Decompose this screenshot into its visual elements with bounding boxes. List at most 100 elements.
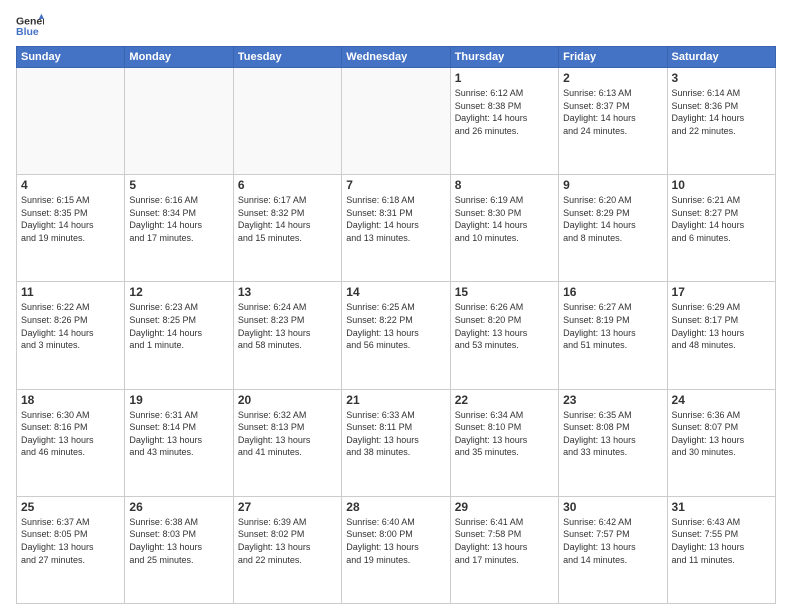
calendar-cell xyxy=(17,68,125,175)
calendar-cell: 13 Sunrise: 6:24 AM Sunset: 8:23 PM Dayli… xyxy=(233,282,341,389)
calendar-cell: 12 Sunrise: 6:23 AM Sunset: 8:25 PM Dayli… xyxy=(125,282,233,389)
calendar-cell: 6Sunrise: 6:17 AM Sunset: 8:32 PM Daylig… xyxy=(233,175,341,282)
day-number: 10 xyxy=(672,178,771,192)
calendar-cell: 30 Sunrise: 6:42 AM Sunset: 7:57 PM Dayli… xyxy=(559,496,667,603)
day-info: Sunrise: 6:38 AM Sunset: 8:03 PM Dayligh… xyxy=(129,516,228,566)
day-info: Sunrise: 6:15 AM Sunset: 8:35 PM Dayligh… xyxy=(21,194,120,244)
calendar-cell xyxy=(342,68,450,175)
page: General Blue SundayMondayTuesdayWednesda… xyxy=(0,0,792,612)
calendar-cell: 17 Sunrise: 6:29 AM Sunset: 8:17 PM Dayli… xyxy=(667,282,775,389)
calendar-cell: 31 Sunrise: 6:43 AM Sunset: 7:55 PM Dayli… xyxy=(667,496,775,603)
day-info: Sunrise: 6:31 AM Sunset: 8:14 PM Dayligh… xyxy=(129,409,228,459)
header: General Blue xyxy=(16,12,776,40)
day-info: Sunrise: 6:14 AM Sunset: 8:36 PM Dayligh… xyxy=(672,87,771,137)
day-number: 16 xyxy=(563,285,662,299)
day-number: 4 xyxy=(21,178,120,192)
day-info: Sunrise: 6:42 AM Sunset: 7:57 PM Dayligh… xyxy=(563,516,662,566)
day-number: 3 xyxy=(672,71,771,85)
weekday-header-thursday: Thursday xyxy=(450,47,558,68)
week-row-1: 1 Sunrise: 6:12 AM Sunset: 8:38 PM Daylig… xyxy=(17,68,776,175)
day-number: 29 xyxy=(455,500,554,514)
day-number: 22 xyxy=(455,393,554,407)
week-row-5: 25Sunrise: 6:37 AM Sunset: 8:05 PM Dayli… xyxy=(17,496,776,603)
day-number: 12 xyxy=(129,285,228,299)
day-number: 28 xyxy=(346,500,445,514)
calendar-cell: 8Sunrise: 6:19 AM Sunset: 8:30 PM Daylig… xyxy=(450,175,558,282)
day-info: Sunrise: 6:34 AM Sunset: 8:10 PM Dayligh… xyxy=(455,409,554,459)
day-info: Sunrise: 6:43 AM Sunset: 7:55 PM Dayligh… xyxy=(672,516,771,566)
day-number: 27 xyxy=(238,500,337,514)
calendar-cell: 5 Sunrise: 6:16 AM Sunset: 8:34 PM Daylig… xyxy=(125,175,233,282)
day-info: Sunrise: 6:30 AM Sunset: 8:16 PM Dayligh… xyxy=(21,409,120,459)
calendar-cell: 16 Sunrise: 6:27 AM Sunset: 8:19 PM Dayli… xyxy=(559,282,667,389)
day-info: Sunrise: 6:40 AM Sunset: 8:00 PM Dayligh… xyxy=(346,516,445,566)
day-info: Sunrise: 6:18 AM Sunset: 8:31 PM Dayligh… xyxy=(346,194,445,244)
day-number: 5 xyxy=(129,178,228,192)
calendar-cell: 29 Sunrise: 6:41 AM Sunset: 7:58 PM Dayli… xyxy=(450,496,558,603)
calendar-cell: 21Sunrise: 6:33 AM Sunset: 8:11 PM Dayli… xyxy=(342,389,450,496)
day-info: Sunrise: 6:29 AM Sunset: 8:17 PM Dayligh… xyxy=(672,301,771,351)
day-info: Sunrise: 6:26 AM Sunset: 8:20 PM Dayligh… xyxy=(455,301,554,351)
day-number: 6 xyxy=(238,178,337,192)
week-row-4: 18 Sunrise: 6:30 AM Sunset: 8:16 PM Dayli… xyxy=(17,389,776,496)
weekday-header-wednesday: Wednesday xyxy=(342,47,450,68)
day-number: 30 xyxy=(563,500,662,514)
weekday-header-sunday: Sunday xyxy=(17,47,125,68)
calendar-cell: 22 Sunrise: 6:34 AM Sunset: 8:10 PM Dayli… xyxy=(450,389,558,496)
day-number: 11 xyxy=(21,285,120,299)
calendar-cell: 11Sunrise: 6:22 AM Sunset: 8:26 PM Dayli… xyxy=(17,282,125,389)
week-row-2: 4 Sunrise: 6:15 AM Sunset: 8:35 PM Daylig… xyxy=(17,175,776,282)
calendar-cell: 27 Sunrise: 6:39 AM Sunset: 8:02 PM Dayli… xyxy=(233,496,341,603)
calendar-cell xyxy=(125,68,233,175)
calendar-cell: 15 Sunrise: 6:26 AM Sunset: 8:20 PM Dayli… xyxy=(450,282,558,389)
day-number: 13 xyxy=(238,285,337,299)
day-number: 7 xyxy=(346,178,445,192)
day-info: Sunrise: 6:19 AM Sunset: 8:30 PM Dayligh… xyxy=(455,194,554,244)
day-number: 26 xyxy=(129,500,228,514)
calendar-cell: 9 Sunrise: 6:20 AM Sunset: 8:29 PM Daylig… xyxy=(559,175,667,282)
calendar-cell: 24 Sunrise: 6:36 AM Sunset: 8:07 PM Dayli… xyxy=(667,389,775,496)
weekday-header-saturday: Saturday xyxy=(667,47,775,68)
day-number: 17 xyxy=(672,285,771,299)
calendar-cell: 23 Sunrise: 6:35 AM Sunset: 8:08 PM Dayli… xyxy=(559,389,667,496)
weekday-header-friday: Friday xyxy=(559,47,667,68)
logo-icon: General Blue xyxy=(16,12,44,40)
svg-text:Blue: Blue xyxy=(16,26,39,38)
logo: General Blue xyxy=(16,12,44,40)
weekday-header-row: SundayMondayTuesdayWednesdayThursdayFrid… xyxy=(17,47,776,68)
calendar-cell: 4 Sunrise: 6:15 AM Sunset: 8:35 PM Daylig… xyxy=(17,175,125,282)
day-info: Sunrise: 6:39 AM Sunset: 8:02 PM Dayligh… xyxy=(238,516,337,566)
day-info: Sunrise: 6:20 AM Sunset: 8:29 PM Dayligh… xyxy=(563,194,662,244)
weekday-header-tuesday: Tuesday xyxy=(233,47,341,68)
day-number: 23 xyxy=(563,393,662,407)
weekday-header-monday: Monday xyxy=(125,47,233,68)
day-number: 15 xyxy=(455,285,554,299)
calendar-cell: 2Sunrise: 6:13 AM Sunset: 8:37 PM Daylig… xyxy=(559,68,667,175)
day-info: Sunrise: 6:24 AM Sunset: 8:23 PM Dayligh… xyxy=(238,301,337,351)
day-number: 25 xyxy=(21,500,120,514)
day-info: Sunrise: 6:27 AM Sunset: 8:19 PM Dayligh… xyxy=(563,301,662,351)
day-number: 31 xyxy=(672,500,771,514)
calendar-cell: 19Sunrise: 6:31 AM Sunset: 8:14 PM Dayli… xyxy=(125,389,233,496)
day-info: Sunrise: 6:12 AM Sunset: 8:38 PM Dayligh… xyxy=(455,87,554,137)
calendar-cell xyxy=(233,68,341,175)
day-info: Sunrise: 6:16 AM Sunset: 8:34 PM Dayligh… xyxy=(129,194,228,244)
week-row-3: 11Sunrise: 6:22 AM Sunset: 8:26 PM Dayli… xyxy=(17,282,776,389)
day-info: Sunrise: 6:41 AM Sunset: 7:58 PM Dayligh… xyxy=(455,516,554,566)
day-number: 1 xyxy=(455,71,554,85)
calendar-cell: 25Sunrise: 6:37 AM Sunset: 8:05 PM Dayli… xyxy=(17,496,125,603)
calendar-cell: 18 Sunrise: 6:30 AM Sunset: 8:16 PM Dayli… xyxy=(17,389,125,496)
calendar-cell: 26 Sunrise: 6:38 AM Sunset: 8:03 PM Dayli… xyxy=(125,496,233,603)
day-number: 9 xyxy=(563,178,662,192)
day-info: Sunrise: 6:23 AM Sunset: 8:25 PM Dayligh… xyxy=(129,301,228,351)
calendar-table: SundayMondayTuesdayWednesdayThursdayFrid… xyxy=(16,46,776,604)
calendar-cell: 10 Sunrise: 6:21 AM Sunset: 8:27 PM Dayli… xyxy=(667,175,775,282)
day-info: Sunrise: 6:25 AM Sunset: 8:22 PM Dayligh… xyxy=(346,301,445,351)
day-info: Sunrise: 6:32 AM Sunset: 8:13 PM Dayligh… xyxy=(238,409,337,459)
day-number: 18 xyxy=(21,393,120,407)
day-number: 20 xyxy=(238,393,337,407)
day-info: Sunrise: 6:36 AM Sunset: 8:07 PM Dayligh… xyxy=(672,409,771,459)
day-info: Sunrise: 6:35 AM Sunset: 8:08 PM Dayligh… xyxy=(563,409,662,459)
day-info: Sunrise: 6:21 AM Sunset: 8:27 PM Dayligh… xyxy=(672,194,771,244)
day-number: 24 xyxy=(672,393,771,407)
